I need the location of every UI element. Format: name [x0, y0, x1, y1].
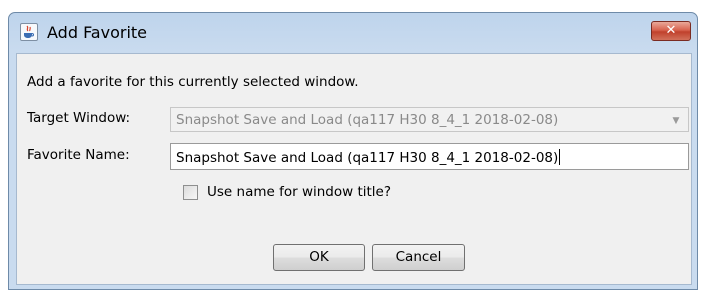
use-name-checkbox-label[interactable]: Use name for window title?: [207, 184, 391, 200]
dialog-title: Add Favorite: [47, 23, 147, 42]
chevron-down-icon: ▼: [672, 116, 680, 126]
dialog-body: Add a favorite for this currently select…: [16, 53, 692, 285]
add-favorite-dialog: Add Favorite ✕ Add a favorite for this c…: [8, 12, 698, 290]
close-button[interactable]: ✕: [651, 21, 691, 41]
cancel-button[interactable]: Cancel: [372, 244, 465, 271]
favorite-name-label: Favorite Name:: [27, 147, 130, 163]
text-caret: [559, 149, 561, 165]
target-window-label: Target Window:: [27, 110, 131, 126]
java-app-icon: [20, 23, 38, 41]
favorite-name-input[interactable]: Snapshot Save and Load (qa117 H30 8_4_1 …: [170, 143, 689, 170]
use-name-checkbox[interactable]: [183, 185, 198, 200]
ok-button[interactable]: OK: [273, 244, 365, 271]
target-window-select: Snapshot Save and Load (qa117 H30 8_4_1 …: [170, 107, 689, 132]
favorite-name-value: Snapshot Save and Load (qa117 H30 8_4_1 …: [176, 150, 559, 166]
close-icon: ✕: [665, 23, 677, 38]
intro-text: Add a favorite for this currently select…: [27, 74, 359, 90]
target-window-value: Snapshot Save and Load (qa117 H30 8_4_1 …: [176, 112, 559, 128]
title-bar[interactable]: Add Favorite ✕: [9, 13, 697, 53]
